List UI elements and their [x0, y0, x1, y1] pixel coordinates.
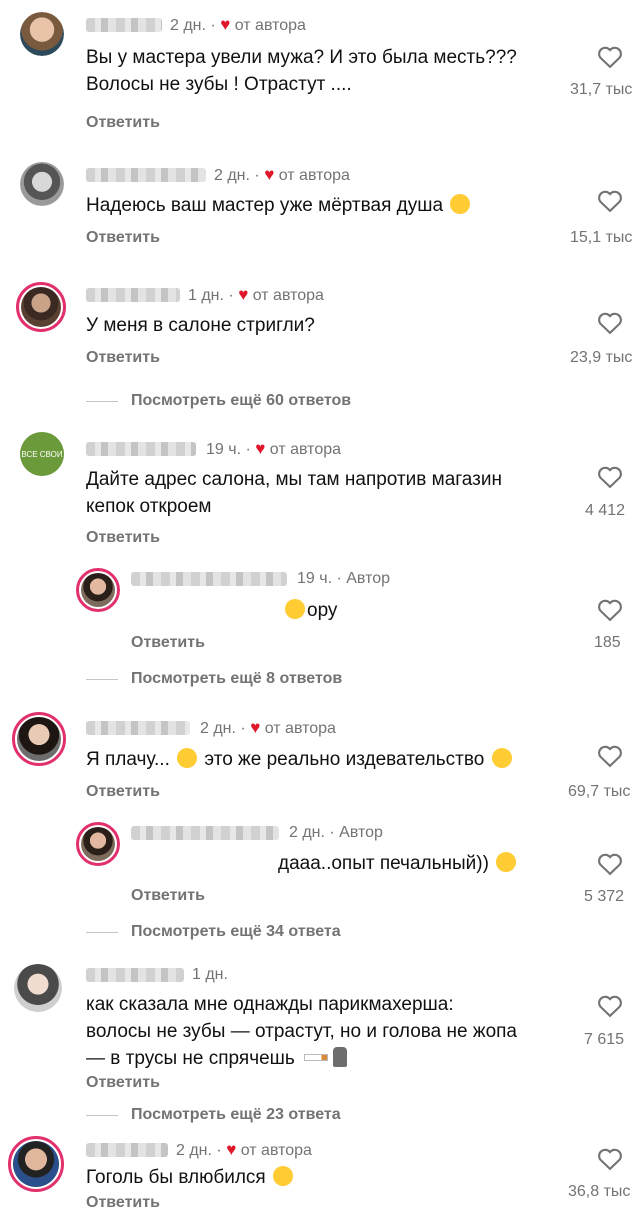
- red-heart-icon: ♥: [220, 15, 231, 34]
- username-redacted[interactable]: [86, 721, 190, 735]
- crying-emoji-icon: [177, 748, 198, 768]
- moai-emoji-icon: [333, 1047, 348, 1067]
- reply-button[interactable]: Ответить: [86, 1074, 160, 1092]
- red-heart-icon: ♥: [238, 285, 249, 304]
- avatar[interactable]: [76, 822, 120, 866]
- comment-text: У меня в салоне стригли?: [86, 315, 315, 336]
- comment-text: Гоголь бы влюбился: [86, 1164, 295, 1191]
- avatar[interactable]: [76, 568, 120, 612]
- like-count: 23,9 тыс: [570, 349, 633, 366]
- comment-text: Надеюсь ваш мастер уже мёртвая душа: [86, 192, 472, 219]
- username-redacted[interactable]: [86, 168, 206, 182]
- like-count: 36,8 тыс: [568, 1183, 631, 1200]
- avatar[interactable]: [20, 162, 64, 206]
- like-count: 185: [594, 634, 621, 651]
- comment-meta: 2 дн. ·: [170, 17, 221, 34]
- crying-emoji-icon: [496, 852, 517, 872]
- heart-outline-icon[interactable]: [595, 463, 625, 491]
- laughing-emoji-icon: [450, 194, 471, 214]
- avatar-logo-text: ВСЕ СВОИ: [21, 449, 63, 459]
- avatar[interactable]: ВСЕ СВОИ: [20, 432, 64, 476]
- comment-text: как сказала мне однажды парикмахерша: вол…: [86, 994, 517, 1069]
- view-more-replies-button[interactable]: Посмотреть ещё 60 ответов: [131, 392, 351, 410]
- like-count: 69,7 тыс: [568, 783, 631, 800]
- comment-text: Я плачу... это же реально издевательство: [86, 746, 514, 773]
- comment-text: Дайте адрес салона, мы там напротив мага…: [86, 469, 502, 517]
- username-redacted[interactable]: [86, 968, 184, 982]
- username-redacted[interactable]: [86, 18, 162, 32]
- comment-meta: 1 дн.: [192, 966, 228, 983]
- red-heart-icon: ♥: [255, 439, 266, 458]
- avatar[interactable]: [8, 1136, 64, 1192]
- heart-outline-icon[interactable]: [595, 742, 625, 770]
- reply-button[interactable]: Ответить: [86, 114, 160, 132]
- comment-meta: 2 дн. ·: [176, 1142, 227, 1159]
- like-count: 5 372: [584, 888, 625, 905]
- comment-text: Вы у мастера увели мужа? И это была мест…: [86, 47, 517, 95]
- reply-button[interactable]: Ответить: [86, 229, 160, 247]
- heart-outline-icon[interactable]: [595, 596, 625, 624]
- like-count: 15,1 тыс: [570, 229, 633, 246]
- comment-meta: 2 дн. ·: [200, 720, 251, 737]
- view-more-replies-button[interactable]: Посмотреть ещё 34 ответа: [131, 923, 341, 941]
- reply-button[interactable]: Ответить: [131, 634, 205, 652]
- reply-button[interactable]: Ответить: [86, 1194, 160, 1212]
- author-like-badge: от автора: [234, 17, 306, 34]
- reply-button[interactable]: Ответить: [86, 529, 160, 547]
- reply-button[interactable]: Ответить: [131, 887, 205, 905]
- heart-outline-icon[interactable]: [595, 992, 625, 1020]
- divider: [86, 932, 118, 933]
- reply-button[interactable]: Ответить: [86, 783, 160, 801]
- heart-eyes-emoji-icon: [272, 1166, 293, 1186]
- comment-meta: 2 дн. ·: [214, 167, 265, 184]
- like-count: 4 412: [585, 502, 626, 519]
- heart-outline-icon[interactable]: [595, 43, 625, 71]
- username-redacted[interactable]: [86, 1143, 168, 1157]
- username-redacted[interactable]: [131, 572, 287, 586]
- author-like-badge: от автора: [252, 287, 324, 304]
- comment-meta: 1 дн. ·: [188, 287, 239, 304]
- divider: [86, 679, 118, 680]
- like-count: 31,7 тыс: [570, 81, 633, 98]
- username-redacted[interactable]: [86, 442, 196, 456]
- red-heart-icon: ♥: [264, 165, 275, 184]
- comment-text: ору: [283, 597, 337, 624]
- avatar[interactable]: [12, 712, 66, 766]
- like-count: 7 615: [584, 1031, 625, 1048]
- avatar[interactable]: [16, 282, 66, 332]
- username-redacted[interactable]: [86, 288, 180, 302]
- author-like-badge: от автора: [269, 441, 342, 458]
- author-like-badge: от автора: [240, 1142, 312, 1159]
- cigarette-emoji-icon: [304, 1054, 329, 1061]
- red-heart-icon: ♥: [226, 1140, 237, 1159]
- avatar[interactable]: [20, 12, 64, 56]
- divider: [86, 401, 118, 402]
- reply-button[interactable]: Ответить: [86, 349, 160, 367]
- author-like-badge: от автора: [264, 720, 336, 737]
- view-more-replies-button[interactable]: Посмотреть ещё 8 ответов: [131, 670, 342, 688]
- sobbing-emoji-icon: [491, 748, 512, 768]
- red-heart-icon: ♥: [250, 718, 261, 737]
- author-like-badge: от автора: [278, 167, 350, 184]
- comment-text: дааа..опыт печальный)): [278, 850, 518, 877]
- comment-meta: 19 ч. · Автор: [297, 570, 391, 587]
- view-more-replies-button[interactable]: Посмотреть ещё 23 ответа: [131, 1106, 341, 1124]
- heart-outline-icon[interactable]: [595, 850, 625, 878]
- divider: [86, 1115, 118, 1116]
- heart-outline-icon[interactable]: [595, 309, 625, 337]
- heart-outline-icon[interactable]: [595, 187, 625, 215]
- avatar[interactable]: [14, 964, 62, 1012]
- laughing-emoji-icon: [285, 599, 305, 619]
- comment-meta: 2 дн. · Автор: [289, 824, 383, 841]
- username-redacted[interactable]: [131, 826, 279, 840]
- comment-meta: 19 ч. ·: [206, 441, 256, 458]
- heart-outline-icon[interactable]: [595, 1145, 625, 1173]
